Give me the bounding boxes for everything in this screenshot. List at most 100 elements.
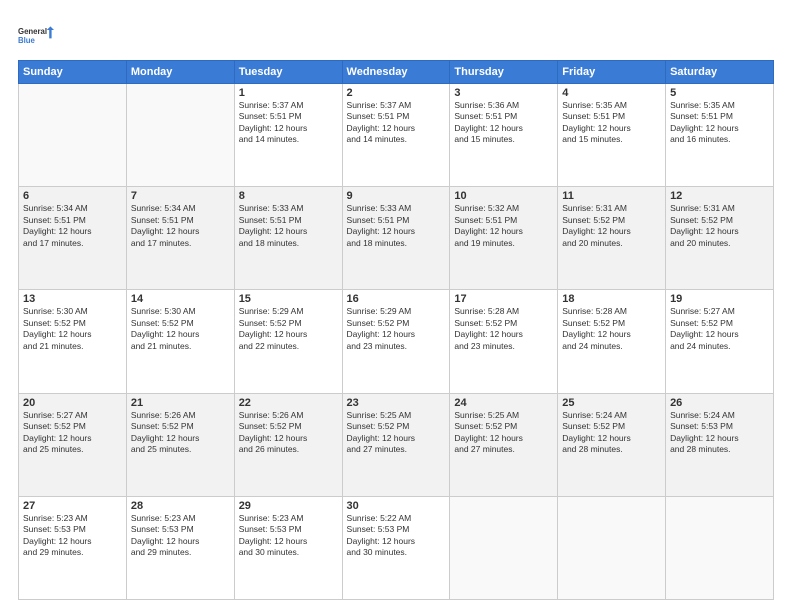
calendar-cell: 19Sunrise: 5:27 AM Sunset: 5:52 PM Dayli…	[666, 290, 774, 393]
calendar-cell: 26Sunrise: 5:24 AM Sunset: 5:53 PM Dayli…	[666, 393, 774, 496]
day-number: 3	[454, 87, 553, 99]
day-number: 24	[454, 397, 553, 409]
cell-info: Sunrise: 5:34 AM Sunset: 5:51 PM Dayligh…	[23, 203, 122, 249]
day-number: 6	[23, 190, 122, 202]
week-row-4: 20Sunrise: 5:27 AM Sunset: 5:52 PM Dayli…	[19, 393, 774, 496]
calendar-cell: 4Sunrise: 5:35 AM Sunset: 5:51 PM Daylig…	[558, 84, 666, 187]
calendar-cell: 7Sunrise: 5:34 AM Sunset: 5:51 PM Daylig…	[126, 187, 234, 290]
calendar-cell: 20Sunrise: 5:27 AM Sunset: 5:52 PM Dayli…	[19, 393, 127, 496]
day-number: 11	[562, 190, 661, 202]
cell-info: Sunrise: 5:27 AM Sunset: 5:52 PM Dayligh…	[23, 410, 122, 456]
cell-info: Sunrise: 5:37 AM Sunset: 5:51 PM Dayligh…	[347, 100, 446, 146]
week-row-2: 6Sunrise: 5:34 AM Sunset: 5:51 PM Daylig…	[19, 187, 774, 290]
calendar-cell: 2Sunrise: 5:37 AM Sunset: 5:51 PM Daylig…	[342, 84, 450, 187]
cell-info: Sunrise: 5:35 AM Sunset: 5:51 PM Dayligh…	[670, 100, 769, 146]
calendar-cell	[558, 496, 666, 599]
calendar-cell	[666, 496, 774, 599]
day-number: 30	[347, 500, 446, 512]
calendar-cell: 8Sunrise: 5:33 AM Sunset: 5:51 PM Daylig…	[234, 187, 342, 290]
day-number: 8	[239, 190, 338, 202]
cell-info: Sunrise: 5:29 AM Sunset: 5:52 PM Dayligh…	[347, 306, 446, 352]
day-number: 21	[131, 397, 230, 409]
week-row-5: 27Sunrise: 5:23 AM Sunset: 5:53 PM Dayli…	[19, 496, 774, 599]
day-number: 7	[131, 190, 230, 202]
cell-info: Sunrise: 5:30 AM Sunset: 5:52 PM Dayligh…	[23, 306, 122, 352]
logo: General Blue	[18, 18, 54, 54]
cell-info: Sunrise: 5:22 AM Sunset: 5:53 PM Dayligh…	[347, 513, 446, 559]
calendar-cell: 13Sunrise: 5:30 AM Sunset: 5:52 PM Dayli…	[19, 290, 127, 393]
cell-info: Sunrise: 5:24 AM Sunset: 5:52 PM Dayligh…	[562, 410, 661, 456]
cell-info: Sunrise: 5:33 AM Sunset: 5:51 PM Dayligh…	[239, 203, 338, 249]
calendar-cell: 11Sunrise: 5:31 AM Sunset: 5:52 PM Dayli…	[558, 187, 666, 290]
cell-info: Sunrise: 5:35 AM Sunset: 5:51 PM Dayligh…	[562, 100, 661, 146]
cell-info: Sunrise: 5:37 AM Sunset: 5:51 PM Dayligh…	[239, 100, 338, 146]
calendar-cell: 28Sunrise: 5:23 AM Sunset: 5:53 PM Dayli…	[126, 496, 234, 599]
day-number: 20	[23, 397, 122, 409]
calendar-cell: 1Sunrise: 5:37 AM Sunset: 5:51 PM Daylig…	[234, 84, 342, 187]
page: General Blue SundayMondayTuesdayWednesda…	[0, 0, 792, 612]
cell-info: Sunrise: 5:26 AM Sunset: 5:52 PM Dayligh…	[239, 410, 338, 456]
day-number: 5	[670, 87, 769, 99]
header: General Blue	[18, 18, 774, 54]
calendar-cell: 30Sunrise: 5:22 AM Sunset: 5:53 PM Dayli…	[342, 496, 450, 599]
cell-info: Sunrise: 5:23 AM Sunset: 5:53 PM Dayligh…	[131, 513, 230, 559]
day-number: 4	[562, 87, 661, 99]
cell-info: Sunrise: 5:25 AM Sunset: 5:52 PM Dayligh…	[347, 410, 446, 456]
day-number: 28	[131, 500, 230, 512]
day-number: 14	[131, 293, 230, 305]
cell-info: Sunrise: 5:28 AM Sunset: 5:52 PM Dayligh…	[454, 306, 553, 352]
day-number: 2	[347, 87, 446, 99]
calendar-cell: 12Sunrise: 5:31 AM Sunset: 5:52 PM Dayli…	[666, 187, 774, 290]
col-header-monday: Monday	[126, 61, 234, 84]
cell-info: Sunrise: 5:26 AM Sunset: 5:52 PM Dayligh…	[131, 410, 230, 456]
calendar-table: SundayMondayTuesdayWednesdayThursdayFrid…	[18, 60, 774, 600]
day-number: 12	[670, 190, 769, 202]
calendar-cell: 25Sunrise: 5:24 AM Sunset: 5:52 PM Dayli…	[558, 393, 666, 496]
day-number: 15	[239, 293, 338, 305]
day-number: 25	[562, 397, 661, 409]
day-number: 1	[239, 87, 338, 99]
calendar-cell: 29Sunrise: 5:23 AM Sunset: 5:53 PM Dayli…	[234, 496, 342, 599]
cell-info: Sunrise: 5:31 AM Sunset: 5:52 PM Dayligh…	[670, 203, 769, 249]
calendar-header-row: SundayMondayTuesdayWednesdayThursdayFrid…	[19, 61, 774, 84]
cell-info: Sunrise: 5:29 AM Sunset: 5:52 PM Dayligh…	[239, 306, 338, 352]
calendar-cell	[126, 84, 234, 187]
calendar-cell: 22Sunrise: 5:26 AM Sunset: 5:52 PM Dayli…	[234, 393, 342, 496]
col-header-sunday: Sunday	[19, 61, 127, 84]
cell-info: Sunrise: 5:25 AM Sunset: 5:52 PM Dayligh…	[454, 410, 553, 456]
calendar-cell: 23Sunrise: 5:25 AM Sunset: 5:52 PM Dayli…	[342, 393, 450, 496]
cell-info: Sunrise: 5:24 AM Sunset: 5:53 PM Dayligh…	[670, 410, 769, 456]
day-number: 19	[670, 293, 769, 305]
calendar-cell	[450, 496, 558, 599]
calendar-cell: 24Sunrise: 5:25 AM Sunset: 5:52 PM Dayli…	[450, 393, 558, 496]
day-number: 18	[562, 293, 661, 305]
calendar-cell: 15Sunrise: 5:29 AM Sunset: 5:52 PM Dayli…	[234, 290, 342, 393]
svg-text:Blue: Blue	[18, 36, 36, 45]
svg-text:General: General	[18, 27, 47, 36]
calendar-cell: 17Sunrise: 5:28 AM Sunset: 5:52 PM Dayli…	[450, 290, 558, 393]
calendar-cell: 21Sunrise: 5:26 AM Sunset: 5:52 PM Dayli…	[126, 393, 234, 496]
calendar-cell: 5Sunrise: 5:35 AM Sunset: 5:51 PM Daylig…	[666, 84, 774, 187]
col-header-thursday: Thursday	[450, 61, 558, 84]
day-number: 29	[239, 500, 338, 512]
cell-info: Sunrise: 5:23 AM Sunset: 5:53 PM Dayligh…	[23, 513, 122, 559]
logo-icon: General Blue	[18, 18, 54, 54]
calendar-cell: 14Sunrise: 5:30 AM Sunset: 5:52 PM Dayli…	[126, 290, 234, 393]
col-header-wednesday: Wednesday	[342, 61, 450, 84]
day-number: 22	[239, 397, 338, 409]
cell-info: Sunrise: 5:28 AM Sunset: 5:52 PM Dayligh…	[562, 306, 661, 352]
cell-info: Sunrise: 5:27 AM Sunset: 5:52 PM Dayligh…	[670, 306, 769, 352]
calendar-cell: 18Sunrise: 5:28 AM Sunset: 5:52 PM Dayli…	[558, 290, 666, 393]
week-row-1: 1Sunrise: 5:37 AM Sunset: 5:51 PM Daylig…	[19, 84, 774, 187]
cell-info: Sunrise: 5:36 AM Sunset: 5:51 PM Dayligh…	[454, 100, 553, 146]
day-number: 16	[347, 293, 446, 305]
col-header-friday: Friday	[558, 61, 666, 84]
day-number: 13	[23, 293, 122, 305]
week-row-3: 13Sunrise: 5:30 AM Sunset: 5:52 PM Dayli…	[19, 290, 774, 393]
day-number: 23	[347, 397, 446, 409]
calendar-cell: 27Sunrise: 5:23 AM Sunset: 5:53 PM Dayli…	[19, 496, 127, 599]
calendar-cell: 10Sunrise: 5:32 AM Sunset: 5:51 PM Dayli…	[450, 187, 558, 290]
calendar-cell	[19, 84, 127, 187]
cell-info: Sunrise: 5:33 AM Sunset: 5:51 PM Dayligh…	[347, 203, 446, 249]
col-header-tuesday: Tuesday	[234, 61, 342, 84]
